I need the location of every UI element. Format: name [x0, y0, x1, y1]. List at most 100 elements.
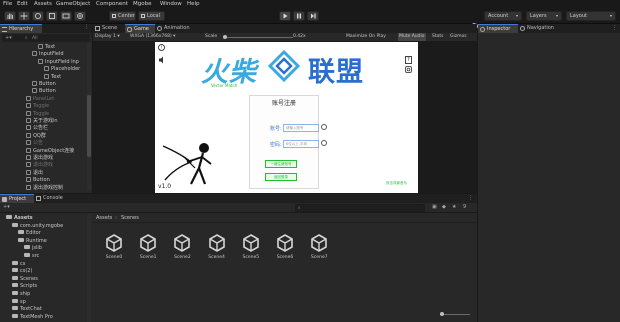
play-button[interactable] [279, 11, 291, 21]
scale-tool-button[interactable] [46, 11, 58, 21]
layout-dropdown[interactable]: Layout ▾ [566, 11, 616, 21]
resolution-dropdown[interactable]: WXGA (1366x768) ▾ [130, 33, 196, 41]
pivot-center-button[interactable]: Center [109, 11, 136, 21]
pivot-local-button[interactable]: Local [138, 11, 165, 21]
account-info-icon[interactable] [321, 124, 327, 130]
mute-audio-toggle[interactable]: Mute Audio [398, 33, 426, 41]
tab-game[interactable]: Game [125, 24, 155, 33]
scene-tab-label: Scene [102, 25, 118, 31]
step-button[interactable] [307, 11, 319, 21]
kebab-menu-icon[interactable]: ⋮ [612, 24, 617, 33]
hidden-count: 9 [463, 204, 467, 210]
scene-asset-label: Scene1 [139, 255, 157, 260]
layers-dropdown[interactable]: Layers ▾ [526, 11, 562, 21]
tab-animation[interactable]: Animation [155, 24, 195, 33]
password-info-icon[interactable] [321, 140, 327, 146]
kebab-menu-icon[interactable]: ⋮ [84, 24, 89, 30]
transform-tool-button[interactable] [74, 11, 86, 21]
filter-type-icon[interactable]: ▣ [432, 204, 437, 210]
hierarchy-search-input[interactable]: +▾ ⌕ All [2, 34, 90, 42]
hierarchy-scrollbar[interactable] [87, 43, 91, 191]
plus-icon[interactable]: +▾ [5, 35, 12, 42]
hand-tool-button[interactable] [4, 11, 16, 21]
help-button[interactable]: ? [405, 56, 412, 64]
scene-asset[interactable]: Scene7 [308, 234, 330, 260]
password-input[interactable]: 6位以上,字母 [283, 140, 319, 148]
scene-asset[interactable]: Scene2 [171, 234, 193, 260]
breadcrumb-assets[interactable]: Assets [96, 215, 112, 221]
icon-size-slider[interactable] [440, 312, 470, 316]
hierarchy-row[interactable]: 退出游戏控制 [26, 184, 63, 192]
speaker-icon[interactable] [159, 56, 165, 64]
navigation-tab-label: Navigation [527, 25, 554, 31]
move-tool-button[interactable] [18, 11, 30, 21]
kebab-menu-icon[interactable]: ⋮ [468, 194, 473, 203]
tab-hierarchy[interactable]: Hierarchy [0, 24, 42, 33]
display-dropdown[interactable]: Display 1 ▾ [95, 33, 124, 41]
project-tree-scrollbar[interactable] [87, 214, 91, 322]
folder-icon [12, 291, 18, 295]
menu-edit[interactable]: Edit [17, 1, 28, 7]
tab-console[interactable]: Console [34, 194, 72, 203]
project-search-input[interactable]: ⌕ [295, 204, 425, 212]
scene-asset[interactable]: Scene4 [206, 234, 228, 260]
scene-asset[interactable]: Scene5 [240, 234, 262, 260]
folder-tree-label: TextChat [20, 306, 42, 313]
scene-asset[interactable]: Scene6 [274, 234, 296, 260]
rect-tool-button[interactable] [60, 11, 72, 21]
hierarchy-row-label: InputField Inp [45, 58, 79, 65]
hierarchy-row-label: 公告 [33, 140, 44, 147]
settings-icon[interactable] [405, 66, 412, 73]
gameobject-cube-icon [26, 118, 31, 123]
maximize-on-play-toggle[interactable]: Maximize On Play [346, 33, 386, 41]
scale-slider-handle[interactable] [223, 35, 227, 39]
menu-window[interactable]: Window [160, 1, 182, 7]
scene-asset[interactable]: Scene0 [103, 234, 125, 260]
folder-tree-item[interactable]: TextMesh Pro [12, 313, 53, 321]
local-label: Local [147, 13, 160, 19]
gamepad-icon [127, 27, 132, 32]
back-to-login-button[interactable]: 返回登录 [265, 173, 297, 181]
menu-file[interactable]: File [3, 1, 12, 7]
gizmos-dropdown[interactable]: Gizmos [450, 33, 467, 41]
tab-project[interactable]: Project [0, 194, 34, 203]
scrollbar-thumb[interactable] [87, 95, 91, 157]
hierarchy-row-label: QQ群 [33, 132, 46, 139]
hierarchy-tab-label: Hierarchy [9, 26, 34, 32]
account-dropdown[interactable]: Account ▾ [484, 11, 522, 21]
info-circle-icon[interactable]: ! [158, 44, 165, 51]
project-tabbar: Project Console ⋮ [0, 194, 477, 203]
filter-label-icon[interactable]: ◆ [442, 204, 446, 210]
breadcrumb-scenes[interactable]: Scenes [121, 215, 139, 221]
scene-asset[interactable]: Scene1 [137, 234, 159, 260]
folder-tree-item[interactable]: src [24, 252, 39, 260]
hierarchy-row-label: Toggle [33, 110, 50, 117]
project-toolbar: +▾ ⌕ ▣ ◆ ★ 9 [0, 203, 477, 213]
favorite-star-icon[interactable]: ★ [452, 204, 456, 210]
folder-tree-label: sp [20, 298, 26, 305]
scale-slider[interactable] [223, 35, 293, 39]
menu-component[interactable]: Component [96, 1, 128, 7]
create-plus-icon[interactable]: +▾ [3, 204, 10, 210]
stats-toggle[interactable]: Stats [432, 33, 444, 41]
menu-mgobe[interactable]: Mgobe [133, 1, 151, 7]
account-input[interactable]: 请输入账号 [283, 124, 319, 132]
gameobject-cube-icon [26, 110, 31, 116]
menu-help[interactable]: Help [187, 1, 200, 7]
game-screen[interactable]: ! ? 火柴 联盟 Vector Match 账号注册 账号: 请输入账号 密码… [155, 42, 418, 193]
folder-icon [12, 268, 18, 273]
account-label: Account [488, 13, 509, 19]
menu-assets[interactable]: Assets [34, 1, 52, 7]
tab-inspector[interactable]: Inspector [478, 24, 518, 33]
corner-note: 双击背景音乐 [386, 181, 407, 185]
icon-size-slider-handle[interactable] [440, 312, 444, 316]
tab-scene[interactable]: Scene [93, 24, 125, 33]
folder-icon [2, 197, 7, 202]
asset-grid: Scene0 Scene1 Scene2 Scene4 Scene5 Scene6 Scen… [93, 224, 477, 309]
menu-gameobject[interactable]: GameObject [56, 1, 90, 7]
gameobject-cube-icon [32, 88, 37, 94]
register-button[interactable]: 一键注册账号 [265, 160, 297, 168]
tab-navigation[interactable]: Navigation [518, 24, 568, 33]
pause-button[interactable] [293, 11, 305, 21]
rotate-tool-button[interactable] [32, 11, 44, 21]
